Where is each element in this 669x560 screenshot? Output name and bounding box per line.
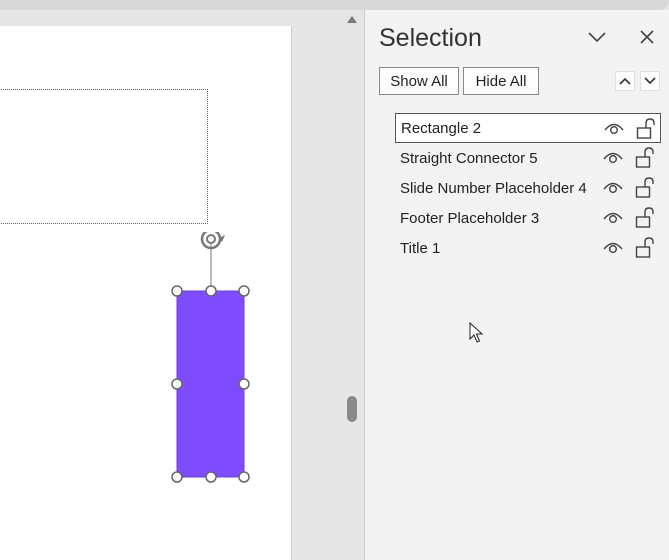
hide-all-button[interactable]: Hide All — [463, 67, 539, 95]
resize-handle-tr[interactable] — [238, 285, 250, 297]
eye-icon[interactable] — [603, 210, 623, 229]
unlock-icon[interactable] — [635, 207, 655, 234]
list-item[interactable]: Straight Connector 5 — [395, 143, 661, 173]
pane-options-chevron-down-icon[interactable] — [587, 30, 607, 49]
eye-icon[interactable] — [604, 121, 624, 140]
list-item-label: Title 1 — [400, 239, 441, 257]
scroll-up-arrow-icon[interactable] — [347, 16, 357, 23]
close-icon[interactable] — [639, 29, 655, 50]
unlock-icon[interactable] — [635, 147, 655, 174]
rotate-handle-icon[interactable] — [200, 228, 225, 250]
bring-forward-button[interactable] — [615, 71, 635, 91]
object-list: Rectangle 2 Straight Connector 5 Slide N… — [395, 113, 661, 263]
chevron-up-icon — [619, 77, 631, 85]
resize-handle-mr[interactable] — [238, 378, 250, 390]
vertical-scrollbar[interactable] — [341, 10, 363, 560]
scrollbar-thumb[interactable] — [347, 396, 357, 422]
eye-icon[interactable] — [603, 180, 623, 199]
send-backward-button[interactable] — [640, 71, 660, 91]
unlock-icon[interactable] — [635, 237, 655, 264]
mouse-pointer-icon — [469, 321, 484, 349]
list-item[interactable]: Title 1 — [395, 233, 661, 263]
list-item[interactable]: Footer Placeholder 3 — [395, 203, 661, 233]
pane-title: Selection — [379, 24, 482, 52]
rectangle-shape[interactable] — [170, 228, 254, 484]
list-item[interactable]: Slide Number Placeholder 4 — [395, 173, 661, 203]
title-placeholder[interactable] — [0, 89, 208, 224]
list-item-label: Straight Connector 5 — [400, 149, 538, 167]
resize-handle-br[interactable] — [238, 471, 250, 483]
resize-handle-bl[interactable] — [171, 471, 183, 483]
slide-canvas — [0, 10, 364, 560]
resize-handle-tl[interactable] — [171, 285, 183, 297]
resize-handle-bc[interactable] — [205, 471, 217, 483]
chevron-down-icon — [644, 77, 656, 85]
list-item-label: Footer Placeholder 3 — [400, 209, 540, 227]
window-top-edge — [0, 0, 669, 10]
resize-handle-tc[interactable] — [205, 285, 217, 297]
list-item-label: Slide Number Placeholder 4 — [400, 179, 587, 197]
list-item[interactable]: Rectangle 2 — [395, 113, 661, 143]
resize-handle-ml[interactable] — [171, 378, 183, 390]
show-all-button[interactable]: Show All — [379, 67, 459, 95]
slide[interactable] — [0, 26, 292, 560]
eye-icon[interactable] — [603, 240, 623, 259]
list-item-label: Rectangle 2 — [401, 119, 482, 137]
unlock-icon[interactable] — [635, 177, 655, 204]
unlock-icon[interactable] — [636, 118, 656, 145]
selection-pane: Selection Show All Hide All Rectangle 2 … — [364, 10, 669, 560]
eye-icon[interactable] — [603, 150, 623, 169]
